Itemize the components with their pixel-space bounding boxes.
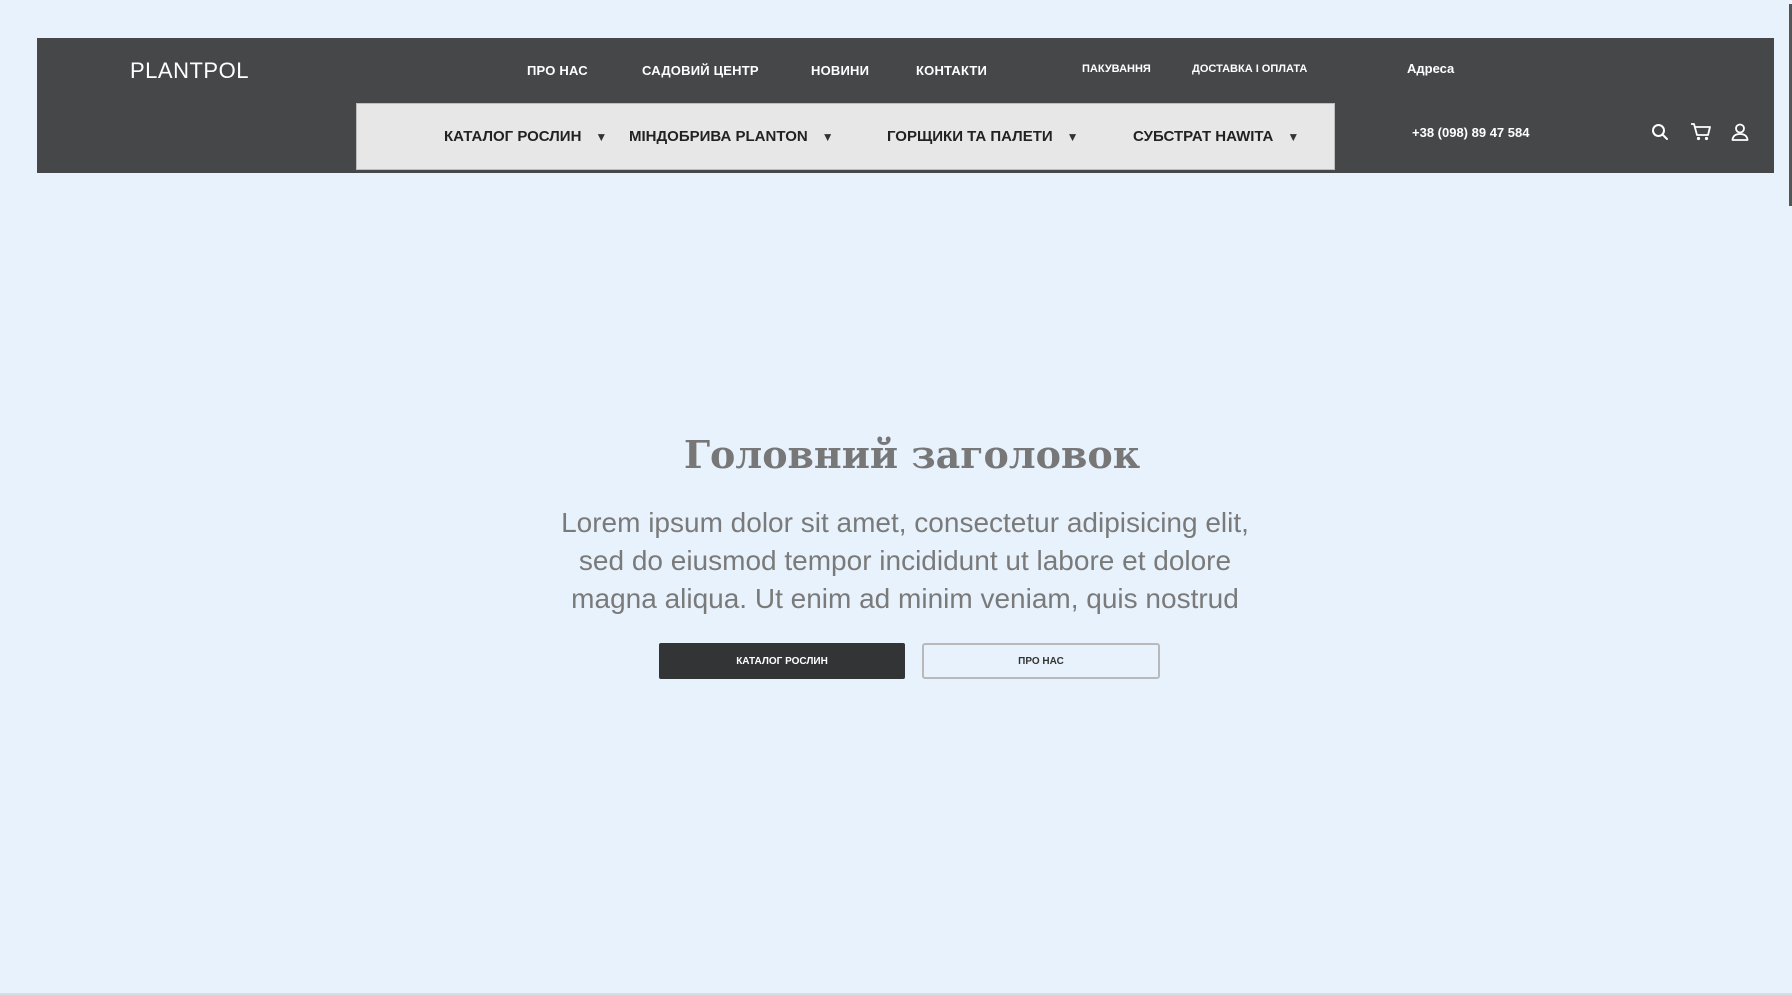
- logo[interactable]: PLANTPOL: [130, 58, 249, 84]
- category-pots-pallets[interactable]: ГОРЩИКИ ТА ПАЛЕТИ ▼: [887, 128, 1079, 145]
- nav-garden-center[interactable]: САДОВИЙ ЦЕНТР: [642, 63, 759, 78]
- site-header: PLANTPOL ПРО НАС САДОВИЙ ЦЕНТР НОВИНИ КО…: [37, 38, 1774, 173]
- hero-text: Lorem ipsum dolor sit amet, consectetur …: [561, 507, 1249, 614]
- chevron-down-icon: ▼: [821, 129, 834, 144]
- cart-icon[interactable]: [1690, 122, 1712, 144]
- chevron-down-icon: ▼: [1287, 129, 1300, 144]
- nav-news[interactable]: НОВИНИ: [811, 63, 869, 78]
- category-fertilizers[interactable]: МІНДОБРИВА PLANTON ▼: [629, 128, 834, 145]
- search-icon[interactable]: [1650, 122, 1672, 144]
- category-nav: КАТАЛОГ РОСЛИН ▼ МІНДОБРИВА PLANTON ▼ ГО…: [356, 103, 1335, 170]
- page: PLANTPOL ПРО НАС САДОВИЙ ЦЕНТР НОВИНИ КО…: [0, 0, 1792, 995]
- chevron-down-icon: ▼: [595, 129, 608, 144]
- chevron-down-icon: ▼: [1066, 129, 1079, 144]
- phone-number[interactable]: +38 (098) 89 47 584: [1412, 125, 1529, 140]
- plant-catalog-button[interactable]: КАТАЛОГ РОСЛИН: [659, 643, 905, 679]
- category-label: СУБСТРАТ HAWITA: [1133, 128, 1274, 145]
- category-substrate[interactable]: СУБСТРАТ HAWITA ▼: [1133, 128, 1299, 145]
- category-label: ГОРЩИКИ ТА ПАЛЕТИ: [887, 128, 1053, 145]
- nav-contacts[interactable]: КОНТАКТИ: [916, 63, 987, 78]
- category-label: МІНДОБРИВА PLANTON: [629, 128, 808, 145]
- hero-title: Головний заголовок: [683, 432, 1141, 477]
- about-button[interactable]: ПРО НАС: [922, 643, 1160, 679]
- category-label: КАТАЛОГ РОСЛИН: [444, 128, 582, 145]
- address-link[interactable]: Адреса: [1407, 61, 1454, 76]
- nav-packaging[interactable]: ПАКУВАННЯ: [1082, 63, 1151, 75]
- user-icon[interactable]: [1730, 122, 1752, 144]
- nav-delivery-payment[interactable]: ДОСТАВКА І ОПЛАТА: [1192, 63, 1307, 75]
- category-plant-catalog[interactable]: КАТАЛОГ РОСЛИН ▼: [444, 128, 607, 145]
- nav-about[interactable]: ПРО НАС: [527, 63, 588, 78]
